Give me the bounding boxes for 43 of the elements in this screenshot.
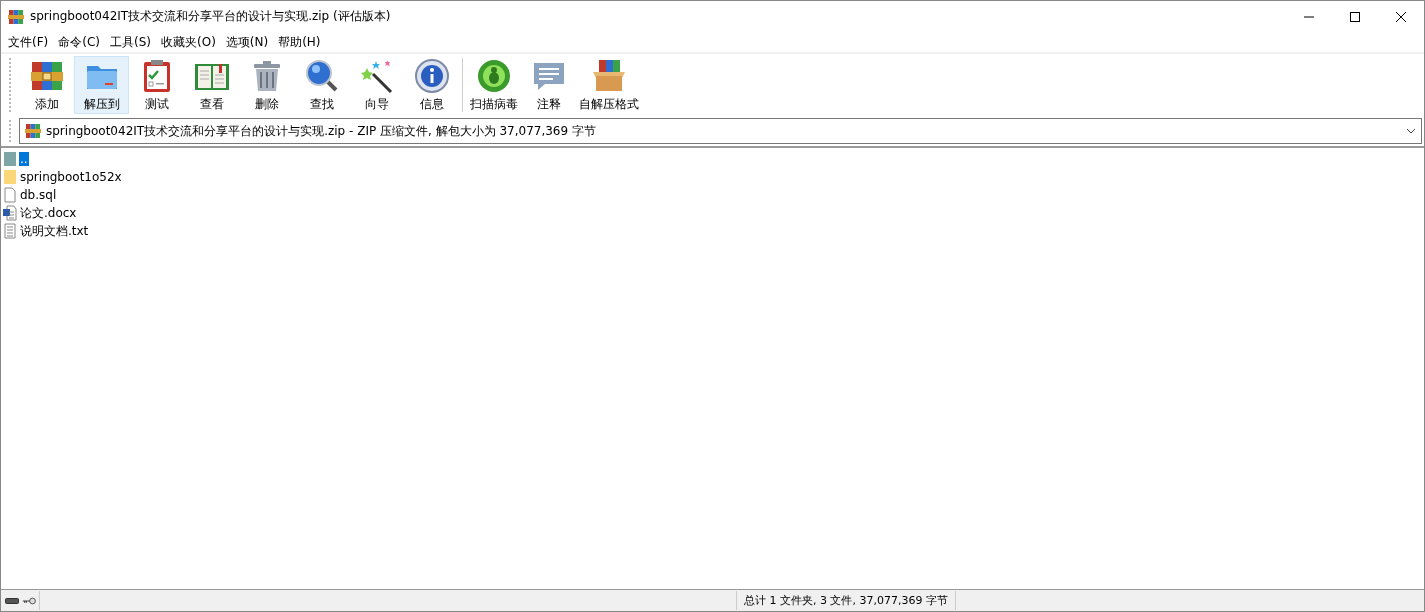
box-icon bbox=[591, 57, 627, 94]
menu-item[interactable]: 命令(C) bbox=[53, 33, 105, 51]
file-row[interactable]: 论文.docx bbox=[1, 204, 1424, 222]
toolbar-button[interactable]: 解压到 bbox=[74, 56, 129, 114]
toolbar-button[interactable]: 自解压格式 bbox=[576, 56, 642, 114]
file-row[interactable]: .. bbox=[1, 150, 1424, 168]
file-icon bbox=[3, 187, 17, 203]
toolbar-button[interactable]: 信息 bbox=[404, 56, 459, 114]
toolbar-button[interactable]: 扫描病毒 bbox=[466, 56, 521, 114]
toolbar-button[interactable]: 注释 bbox=[521, 56, 576, 114]
menu-item[interactable]: 选项(N) bbox=[220, 33, 274, 51]
folder-icon bbox=[3, 169, 17, 185]
toolbar-button[interactable]: 添加 bbox=[19, 56, 74, 114]
menu-item[interactable]: 收藏夹(O) bbox=[156, 33, 221, 51]
file-name: .. bbox=[19, 152, 29, 166]
menu-item[interactable]: 文件(F) bbox=[3, 33, 54, 51]
toolbar-button[interactable]: 查看 bbox=[184, 56, 239, 114]
magnifier-icon bbox=[303, 57, 340, 94]
toolbar-button[interactable]: 向导 bbox=[349, 56, 404, 114]
text-file-icon bbox=[3, 223, 17, 239]
menu-item[interactable]: 工具(S) bbox=[105, 33, 156, 51]
status-summary: 总计 1 文件夹, 3 文件, 37,077,369 字节 bbox=[743, 593, 949, 608]
info-icon bbox=[413, 57, 450, 94]
app-icon bbox=[8, 8, 24, 25]
menu-item[interactable]: 帮助(H) bbox=[273, 33, 326, 51]
file-row[interactable]: 说明文档.txt bbox=[1, 222, 1424, 240]
archive-path: springboot042IT技术交流和分享平台的设计与实现.zip - ZIP 压缩文件, 解包大小为 37,077,369 字节 bbox=[46, 122, 596, 140]
archive-icon bbox=[25, 123, 41, 139]
file-name: 论文.docx bbox=[19, 204, 78, 222]
file-row[interactable]: db.sql bbox=[1, 186, 1424, 204]
toolbar-button[interactable]: 删除 bbox=[239, 56, 294, 114]
file-name: 说明文档.txt bbox=[19, 222, 90, 240]
file-name: springboot1o52x bbox=[19, 170, 123, 184]
file-name: db.sql bbox=[19, 188, 58, 202]
word-document-icon bbox=[3, 205, 17, 221]
file-row[interactable]: springboot1o52x bbox=[1, 168, 1424, 186]
path-dropdown[interactable]: springboot042IT技术交流和分享平台的设计与实现.zip - ZIP 压缩文件, 解包大小为 37,077,369 字节 bbox=[19, 118, 1422, 144]
drive-icon bbox=[5, 596, 19, 605]
chevron-down-icon bbox=[1406, 128, 1416, 134]
window-title: springboot042IT技术交流和分享平台的设计与实现.zip (评估版本) bbox=[30, 8, 391, 25]
key-icon bbox=[22, 596, 36, 605]
toolbar-button[interactable]: 测试 bbox=[129, 56, 184, 114]
toolbar-button[interactable]: 查找 bbox=[294, 56, 349, 114]
